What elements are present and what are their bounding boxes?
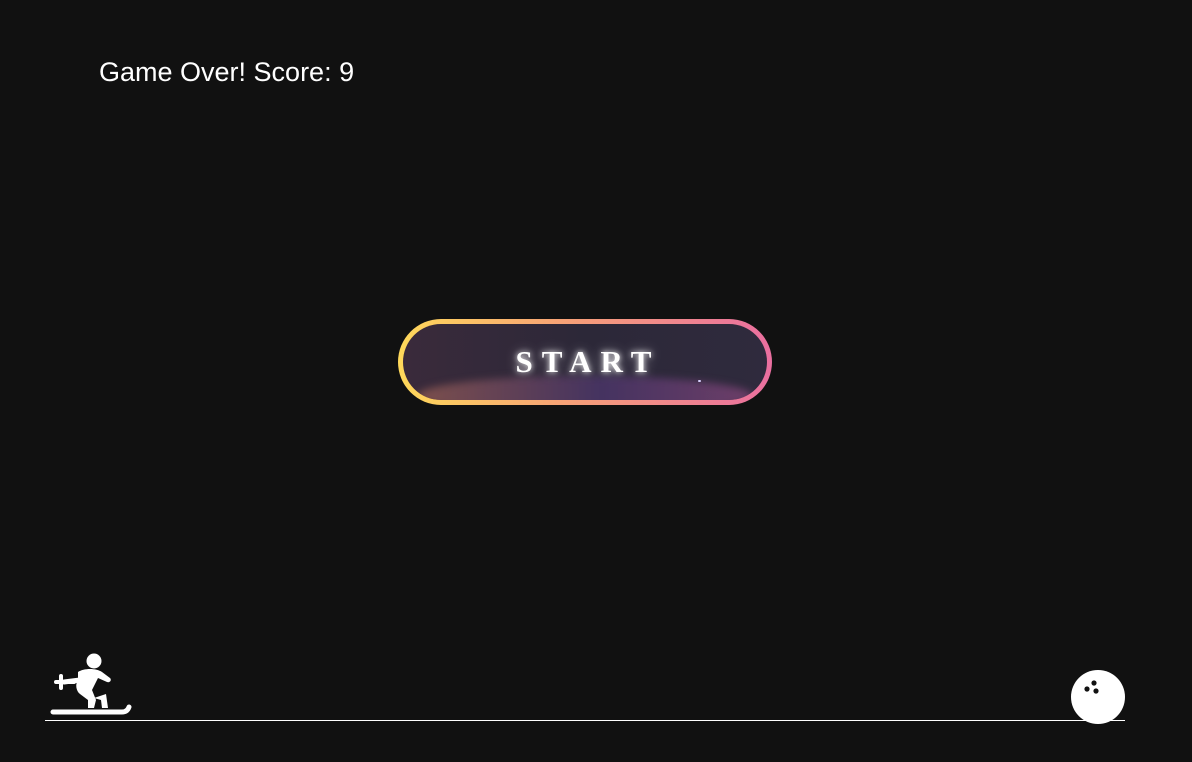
start-button-inner: START <box>403 324 767 400</box>
game-stage[interactable]: Game Over! Score: 9 START <box>0 0 1192 762</box>
game-status-text: Game Over! Score: 9 <box>99 57 355 87</box>
start-button-label: START <box>515 344 661 379</box>
ground-line <box>45 720 1125 721</box>
skier-icon <box>50 653 132 715</box>
start-button[interactable]: START <box>398 319 772 405</box>
bowling-ball-icon <box>1071 670 1125 724</box>
